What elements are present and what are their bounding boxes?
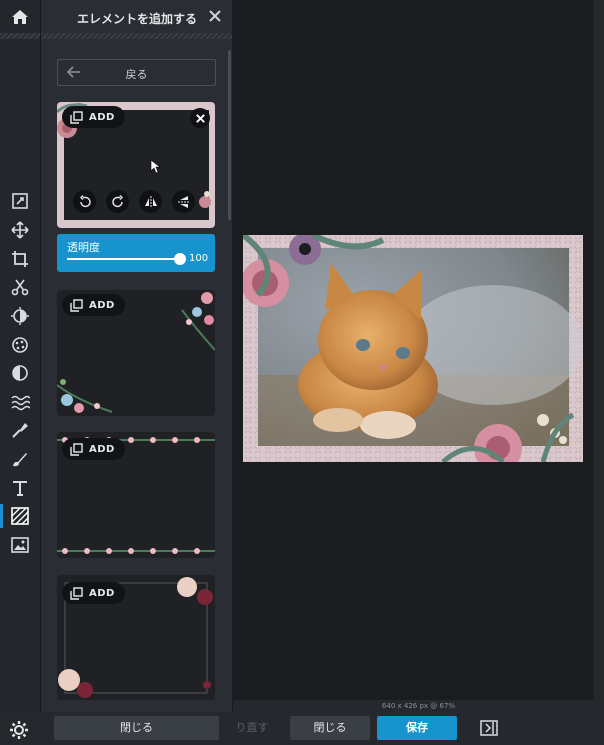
add-button[interactable]: ADD	[62, 106, 125, 128]
flip-horizontal-icon	[144, 195, 157, 208]
home-icon[interactable]	[0, 3, 40, 31]
rotate-right-button[interactable]	[106, 190, 129, 213]
flip-vertical-button[interactable]	[172, 190, 195, 213]
opacity-value: 100	[189, 253, 209, 264]
image-icon[interactable]	[0, 531, 40, 559]
opacity-label: 透明度	[67, 241, 100, 254]
rotate-right-icon	[111, 194, 123, 207]
opacity-control: 透明度 100	[57, 234, 215, 272]
close-icon[interactable]	[206, 7, 224, 25]
copy-icon	[70, 298, 83, 312]
canvas-size-status: 640 x 426 px @ 67%	[233, 700, 604, 712]
wave-icon[interactable]	[0, 388, 40, 416]
adjust-icon[interactable]	[0, 187, 40, 215]
settings-icon[interactable]	[9, 720, 29, 740]
add-button-label: ADD	[89, 587, 115, 599]
add-button[interactable]: ADD	[62, 438, 125, 460]
move-icon[interactable]	[0, 216, 40, 244]
element-card[interactable]: ADD	[57, 432, 215, 558]
rotate-left-icon	[79, 194, 91, 207]
opacity-slider-handle[interactable]	[174, 253, 186, 265]
right-rail	[593, 0, 604, 745]
vignette-icon[interactable]	[0, 359, 40, 387]
paint-icon[interactable]	[0, 445, 40, 473]
back-button-label: 戻る	[125, 68, 148, 81]
cut-icon[interactable]	[0, 273, 40, 301]
panel-divider	[41, 33, 232, 39]
copy-icon	[70, 586, 83, 600]
text-icon[interactable]	[0, 474, 40, 502]
left-toolbar	[0, 0, 41, 745]
collapse-panel-icon[interactable]	[480, 719, 498, 737]
exposure-icon[interactable]	[0, 302, 40, 330]
save-button[interactable]: 保存	[377, 716, 457, 740]
close-button[interactable]: 閉じる	[290, 716, 370, 740]
filter-icon[interactable]	[0, 331, 40, 359]
rotate-left-button[interactable]	[73, 190, 96, 213]
toolbar-divider	[0, 33, 40, 39]
back-button[interactable]: 戻る	[57, 59, 216, 86]
add-button[interactable]: ADD	[62, 294, 125, 316]
add-button-label: ADD	[89, 111, 115, 123]
copy-icon	[70, 442, 83, 456]
kitten-photo[interactable]	[243, 235, 583, 462]
add-button-label: ADD	[89, 443, 115, 455]
panel-scrollbar[interactable]	[228, 50, 231, 220]
opacity-slider-track[interactable]	[67, 258, 181, 260]
add-button[interactable]: ADD	[62, 582, 125, 604]
element-card[interactable]: ADD	[57, 575, 215, 700]
add-button-label: ADD	[89, 299, 115, 311]
close-icon	[195, 113, 205, 123]
cursor-icon	[150, 159, 160, 174]
element-card[interactable]: ADD	[57, 290, 215, 416]
element-card-selected[interactable]: ADD	[57, 102, 215, 228]
panel-title: エレメントを追加する	[77, 12, 198, 26]
panel-close-button[interactable]: 閉じる	[54, 716, 219, 740]
element-icon[interactable]	[0, 502, 40, 530]
brush-icon[interactable]	[0, 416, 40, 444]
crop-icon[interactable]	[0, 245, 40, 273]
flip-horizontal-button[interactable]	[139, 190, 162, 213]
remove-element-button[interactable]	[190, 108, 210, 128]
copy-icon	[70, 110, 83, 124]
redo-button[interactable]: り直す	[232, 716, 272, 740]
flip-vertical-icon	[177, 195, 190, 208]
